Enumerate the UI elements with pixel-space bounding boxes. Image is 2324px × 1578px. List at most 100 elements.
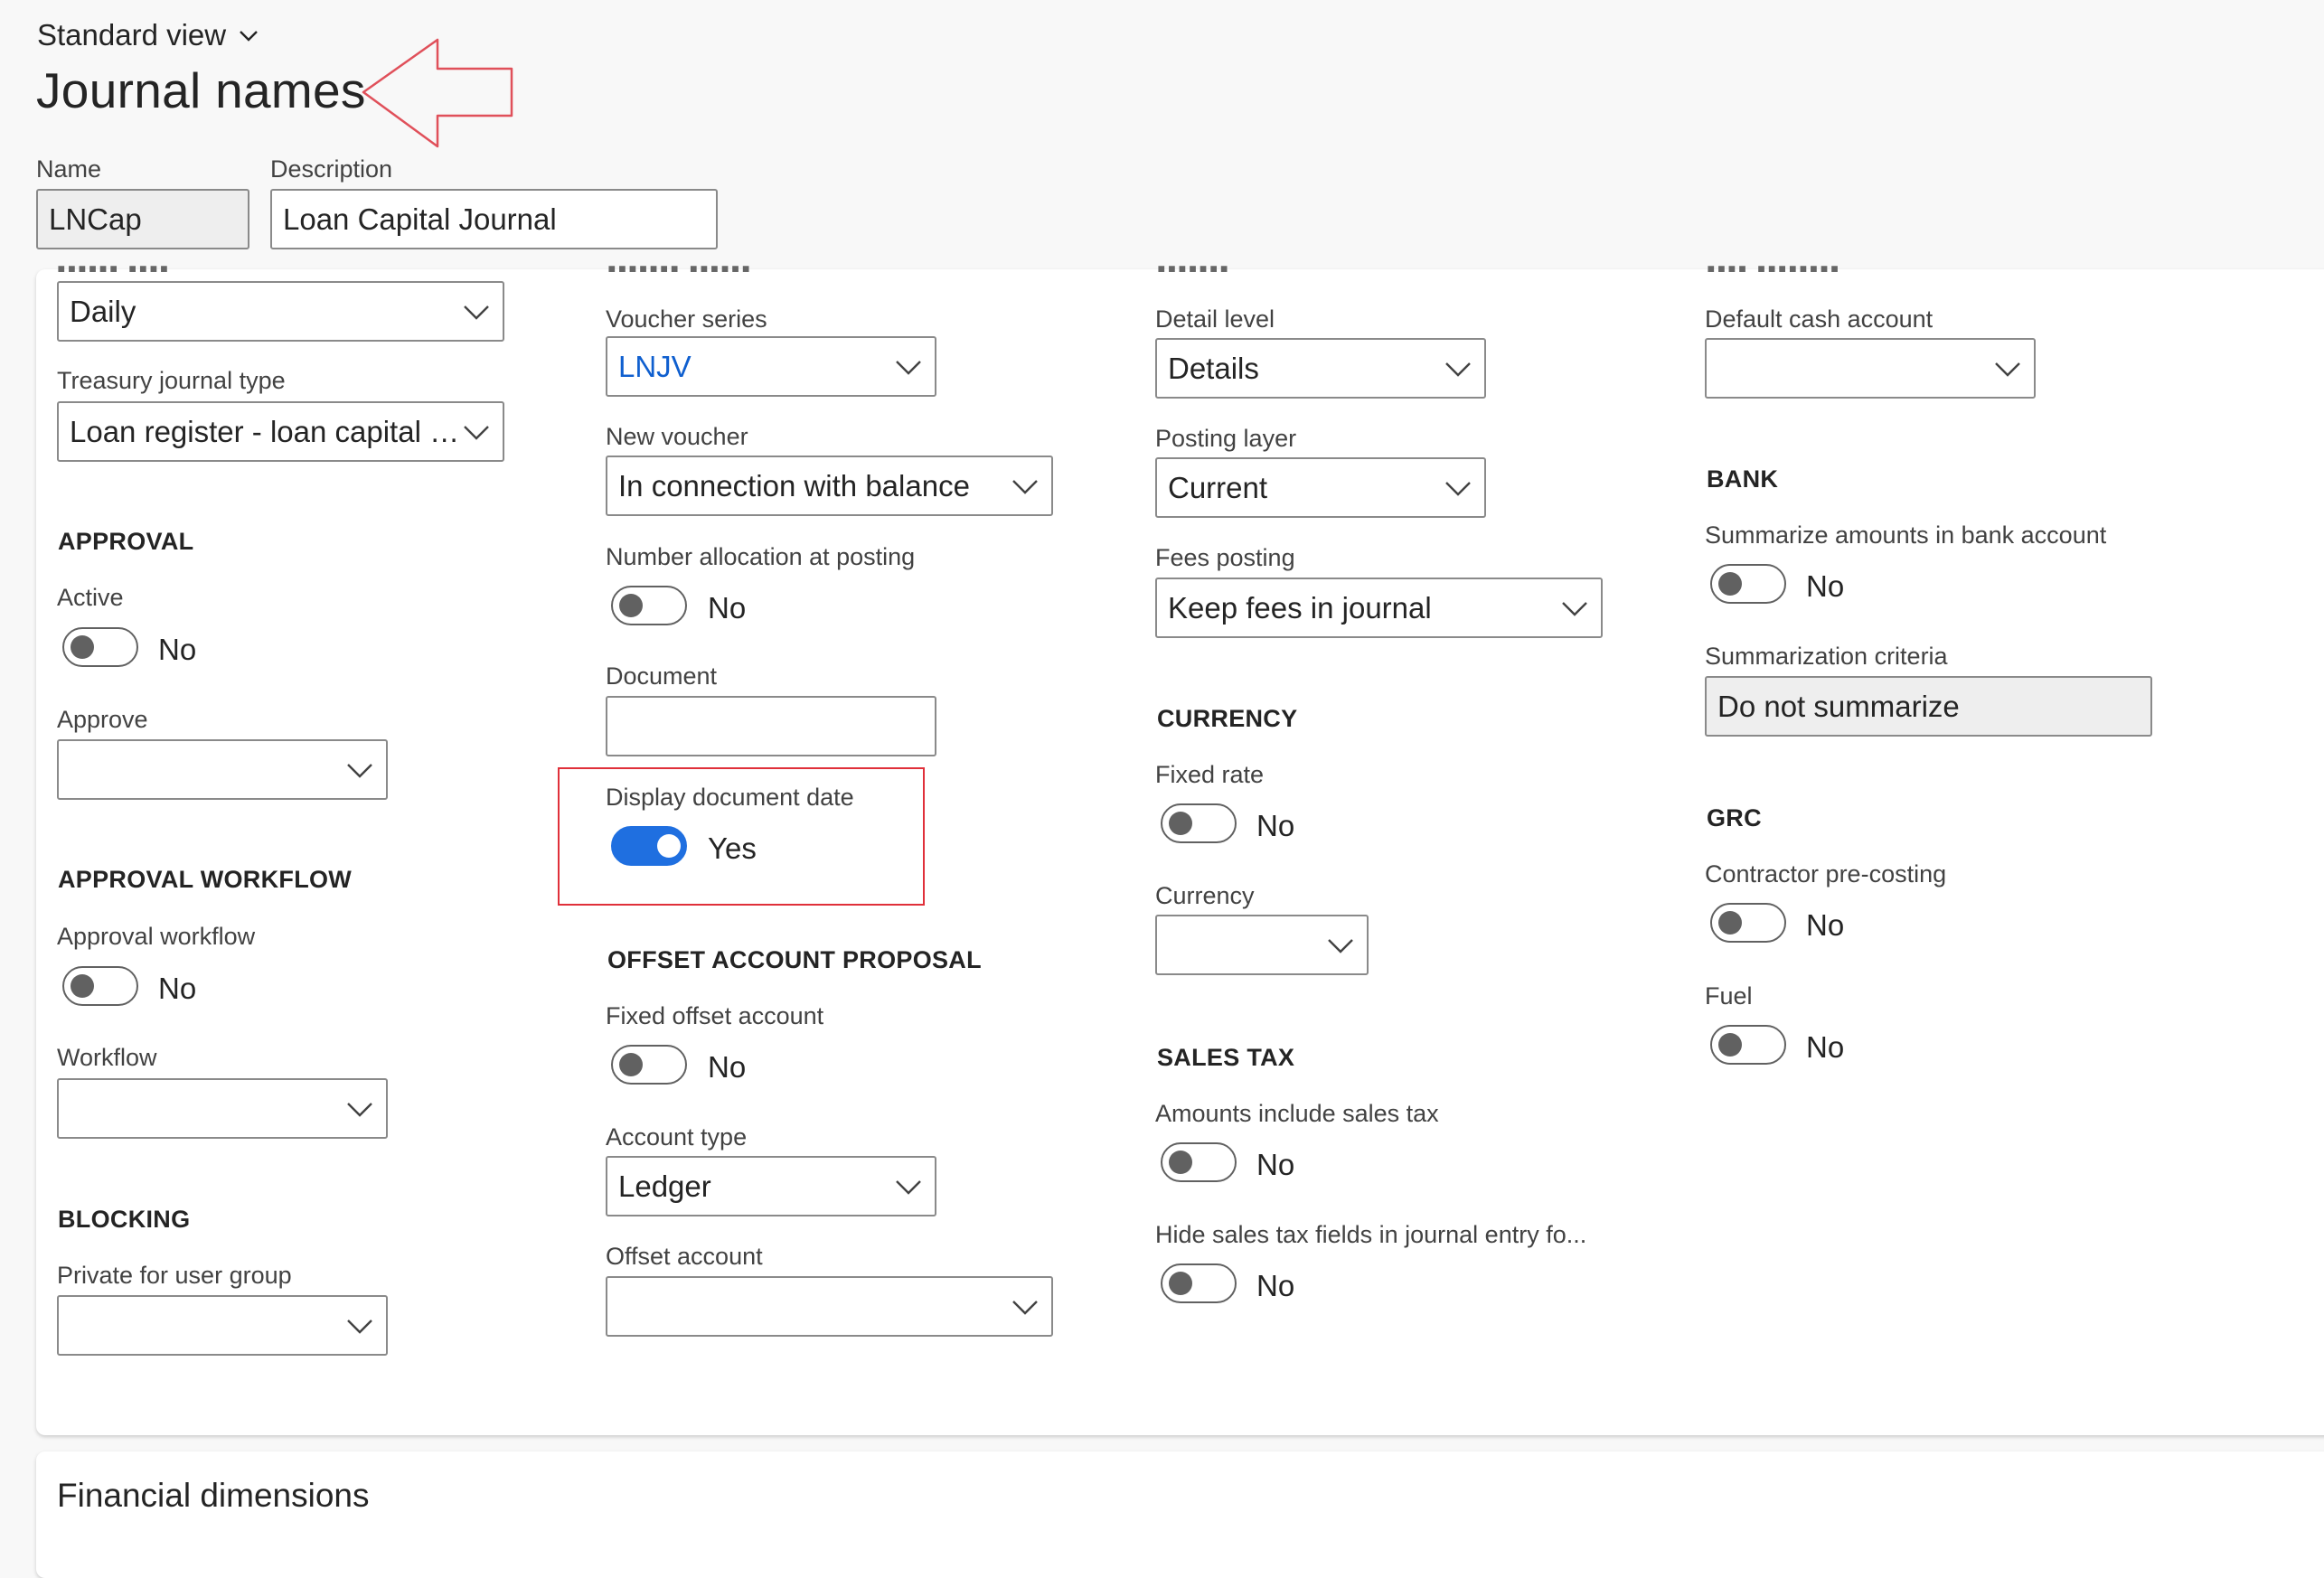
approval-workflow-toggle[interactable] <box>62 966 138 1006</box>
financial-dimensions-title[interactable]: Financial dimensions <box>57 1477 370 1515</box>
journal-type-select[interactable]: Daily <box>57 281 504 342</box>
name-label: Name <box>36 155 102 183</box>
fuel-toggle[interactable] <box>1710 1025 1786 1065</box>
chevron-down-icon <box>240 31 258 42</box>
default-cash-account-label: Default cash account <box>1705 305 1934 333</box>
voucher-heading-clipped: ▪▪▪▪▪▪▪ ▪▪▪▪▪▪ <box>607 264 838 273</box>
toggle-knob <box>71 635 94 659</box>
active-label: Active <box>57 584 124 611</box>
contractor-pre-costing-toggle[interactable] <box>1710 903 1786 943</box>
toggle-knob <box>1169 1272 1192 1295</box>
number-allocation-value: No <box>708 591 747 625</box>
journal-type-label-clipped: ▪▪▪▪▪▪ ▪▪▪▪ <box>57 264 193 273</box>
treasury-journal-type-value: Loan register - loan capital tr... <box>70 414 461 448</box>
posting-layer-value: Current <box>1168 470 1268 504</box>
amounts-include-sales-tax-label: Amounts include sales tax <box>1155 1100 1439 1127</box>
description-value: Loan Capital Journal <box>283 202 557 236</box>
approve-select[interactable] <box>57 739 388 800</box>
offset-account-label: Offset account <box>606 1243 763 1270</box>
approval-workflow-label: Approval workflow <box>57 923 256 950</box>
approval-heading: APPROVAL <box>58 528 194 555</box>
voucher-series-value[interactable]: LNJV <box>618 350 893 384</box>
display-document-date-value: Yes <box>708 831 757 865</box>
fixed-offset-account-toggle[interactable] <box>611 1045 687 1085</box>
summarize-amounts-label: Summarize amounts in bank account <box>1705 521 2107 549</box>
active-value: No <box>158 633 197 666</box>
description-label: Description <box>270 155 393 183</box>
contractor-pre-costing-label: Contractor pre-costing <box>1705 860 1947 888</box>
display-document-date-label: Display document date <box>606 784 854 811</box>
chevron-down-icon <box>464 425 489 440</box>
toggle-knob <box>1718 911 1742 935</box>
contractor-pre-costing-value: No <box>1806 908 1845 942</box>
account-type-select[interactable]: Ledger <box>606 1156 936 1216</box>
chevron-down-icon <box>347 1102 372 1117</box>
fuel-value: No <box>1806 1030 1845 1064</box>
treasury-journal-type-select[interactable]: Loan register - loan capital tr... <box>57 401 504 462</box>
summarize-amounts-value: No <box>1806 569 1845 603</box>
chevron-down-icon <box>1328 938 1353 953</box>
fixed-rate-label: Fixed rate <box>1155 761 1265 788</box>
hide-sales-tax-fields-value: No <box>1256 1269 1295 1302</box>
summarization-criteria-value: Do not summarize <box>1717 689 1960 723</box>
number-allocation-label: Number allocation at posting <box>606 543 916 570</box>
chevron-down-icon <box>1012 479 1038 494</box>
voucher-series-select[interactable]: LNJV <box>606 336 936 397</box>
posting-layer-select[interactable]: Current <box>1155 457 1486 518</box>
summarization-criteria-label: Summarization criteria <box>1705 643 1948 670</box>
workflow-select[interactable] <box>57 1078 388 1139</box>
fixed-offset-account-value: No <box>708 1050 747 1084</box>
new-voucher-select[interactable]: In connection with balance <box>606 456 1053 516</box>
view-label: Standard view <box>37 18 227 52</box>
sales-tax-heading: SALES TAX <box>1157 1044 1295 1071</box>
approval-workflow-heading: APPROVAL WORKFLOW <box>58 866 353 893</box>
toggle-knob <box>1169 812 1192 835</box>
account-type-label: Account type <box>606 1123 748 1151</box>
amounts-include-sales-tax-toggle[interactable] <box>1161 1142 1237 1182</box>
fuel-label: Fuel <box>1705 982 1753 1010</box>
chevron-down-icon <box>896 1179 921 1195</box>
number-allocation-toggle[interactable] <box>611 586 687 625</box>
page-title: Journal names <box>36 62 366 118</box>
name-field[interactable]: LNCap <box>36 189 249 249</box>
detail-level-select[interactable]: Details <box>1155 338 1486 399</box>
description-field[interactable]: Loan Capital Journal <box>270 189 718 249</box>
private-for-user-group-label: Private for user group <box>57 1262 292 1289</box>
summarize-amounts-toggle[interactable] <box>1710 564 1786 604</box>
active-toggle[interactable] <box>62 627 138 667</box>
toggle-knob <box>657 834 681 858</box>
private-for-user-group-select[interactable] <box>57 1295 388 1356</box>
journal-type-value: Daily <box>70 294 136 328</box>
document-field[interactable] <box>606 696 936 756</box>
cash-heading-clipped: ▪▪▪▪ ▪▪▪▪▪▪▪▪ <box>1707 264 1907 273</box>
hide-sales-tax-fields-label: Hide sales tax fields in journal entry f… <box>1155 1221 1587 1248</box>
toggle-knob <box>71 974 94 998</box>
toggle-knob <box>1169 1151 1192 1174</box>
view-selector[interactable]: Standard view <box>37 18 260 52</box>
posting-heading-clipped: ▪▪▪▪▪▪▪ <box>1157 264 1261 273</box>
detail-level-label: Detail level <box>1155 305 1275 333</box>
treasury-journal-type-label: Treasury journal type <box>57 367 286 394</box>
fees-posting-label: Fees posting <box>1155 544 1295 571</box>
hide-sales-tax-fields-toggle[interactable] <box>1161 1263 1237 1303</box>
fixed-rate-value: No <box>1256 809 1295 842</box>
offset-account-select[interactable] <box>606 1276 1053 1337</box>
amounts-include-sales-tax-value: No <box>1256 1148 1295 1181</box>
chevron-down-icon <box>347 763 372 778</box>
financial-dimensions-fasttab[interactable] <box>36 1451 2324 1578</box>
currency-select[interactable] <box>1155 915 1369 975</box>
toggle-knob <box>1718 1033 1742 1057</box>
currency-heading: CURRENCY <box>1157 705 1298 732</box>
chevron-down-icon <box>1445 362 1471 377</box>
offset-account-proposal-heading: OFFSET ACCOUNT PROPOSAL <box>607 946 982 973</box>
chevron-down-icon <box>896 360 921 375</box>
fees-posting-select[interactable]: Keep fees in journal <box>1155 578 1603 638</box>
detail-level-value: Details <box>1168 351 1259 385</box>
account-type-value: Ledger <box>618 1169 711 1203</box>
default-cash-account-select[interactable] <box>1705 338 2036 399</box>
annotation-arrow-icon <box>362 38 513 148</box>
document-label: Document <box>606 662 718 690</box>
fixed-rate-toggle[interactable] <box>1161 803 1237 843</box>
display-document-date-toggle[interactable] <box>611 826 687 866</box>
summarization-criteria-field[interactable]: Do not summarize <box>1705 676 2152 737</box>
